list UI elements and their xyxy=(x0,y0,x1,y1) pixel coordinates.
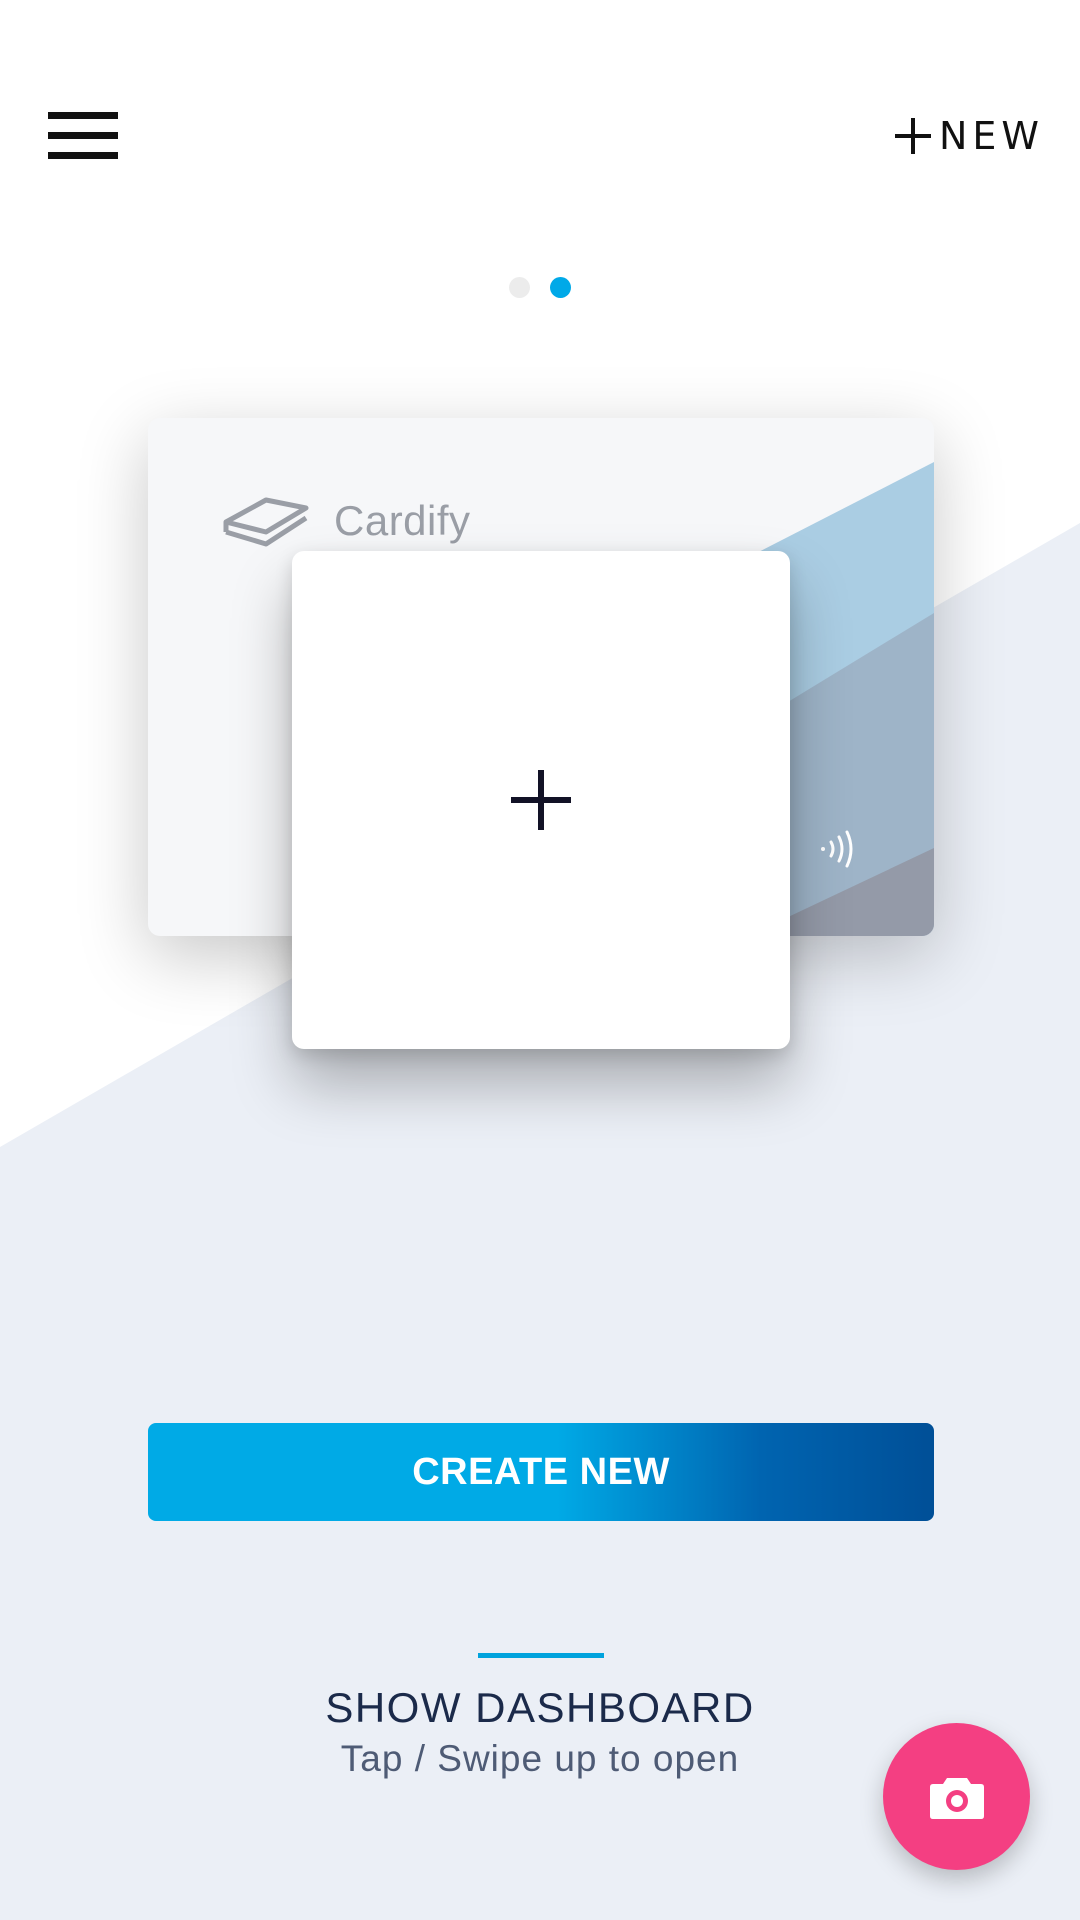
create-new-button[interactable]: CREATE NEW xyxy=(148,1423,934,1521)
stacked-cards-logo-icon xyxy=(223,497,309,547)
new-button-label: NEW xyxy=(938,114,1044,158)
camera-icon xyxy=(929,1777,984,1819)
page-dot-1[interactable] xyxy=(509,277,530,298)
dashboard-swipe-handle[interactable] xyxy=(478,1653,604,1658)
card-logo: Cardify xyxy=(220,486,471,556)
plus-icon xyxy=(511,770,571,830)
show-dashboard-title[interactable]: SHOW DASHBOARD xyxy=(0,1684,1080,1732)
hamburger-menu-icon[interactable] xyxy=(48,112,118,160)
camera-fab-button[interactable] xyxy=(883,1723,1030,1870)
card-logo-text: Cardify xyxy=(334,497,471,544)
plus-icon xyxy=(894,118,931,154)
contactless-icon xyxy=(821,830,853,868)
page-indicator xyxy=(0,277,1080,298)
add-card-tile[interactable] xyxy=(292,551,790,1049)
new-button[interactable]: NEW xyxy=(894,108,1044,164)
page-dot-2-active[interactable] xyxy=(550,277,571,298)
